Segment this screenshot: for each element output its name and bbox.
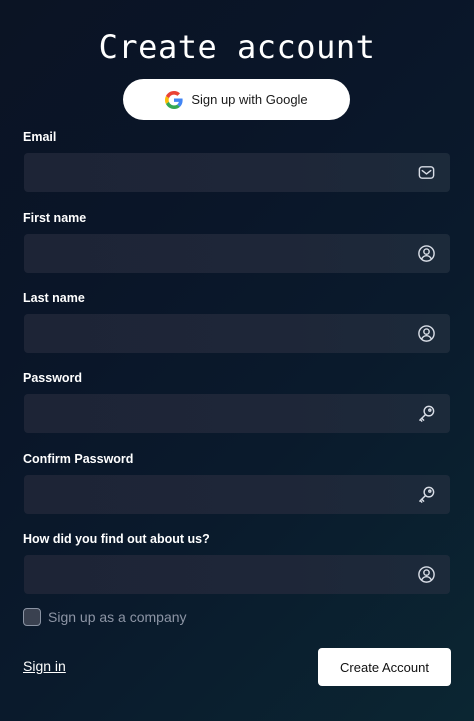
first-name-field bbox=[24, 234, 450, 273]
page-title: Create account bbox=[98, 28, 376, 66]
email-label: Email bbox=[23, 130, 57, 144]
create-account-page: Create account Sign up with Google Email… bbox=[0, 0, 474, 721]
first-name-input[interactable] bbox=[24, 234, 416, 273]
user-icon bbox=[416, 244, 436, 264]
last-name-label: Last name bbox=[23, 291, 85, 305]
confirm-password-field bbox=[24, 475, 450, 514]
password-field bbox=[24, 394, 450, 433]
google-g-icon bbox=[165, 90, 183, 109]
company-checkbox[interactable] bbox=[23, 608, 41, 626]
key-icon bbox=[416, 404, 436, 424]
company-checkbox-row[interactable]: Sign up as a company bbox=[23, 608, 187, 626]
confirm-password-label: Confirm Password bbox=[23, 452, 134, 466]
referral-input[interactable] bbox=[24, 555, 416, 594]
confirm-password-input[interactable] bbox=[24, 475, 416, 514]
user-icon bbox=[416, 324, 436, 344]
password-input[interactable] bbox=[24, 394, 416, 433]
key-icon bbox=[416, 485, 436, 505]
first-name-label: First name bbox=[23, 211, 87, 225]
email-field bbox=[24, 153, 450, 192]
password-label: Password bbox=[23, 371, 83, 385]
sign-in-link[interactable]: Sign in bbox=[23, 658, 66, 674]
referral-label: How did you find out about us? bbox=[23, 532, 210, 546]
create-account-button[interactable]: Create Account bbox=[318, 648, 451, 686]
user-icon bbox=[416, 565, 436, 585]
last-name-field bbox=[24, 314, 450, 353]
mail-icon bbox=[416, 163, 436, 183]
referral-field bbox=[24, 555, 450, 594]
company-checkbox-label[interactable]: Sign up as a company bbox=[48, 609, 187, 625]
last-name-input[interactable] bbox=[24, 314, 416, 353]
google-signup-label: Sign up with Google bbox=[191, 92, 308, 107]
google-signup-button[interactable]: Sign up with Google bbox=[123, 79, 350, 120]
email-input[interactable] bbox=[24, 153, 416, 192]
